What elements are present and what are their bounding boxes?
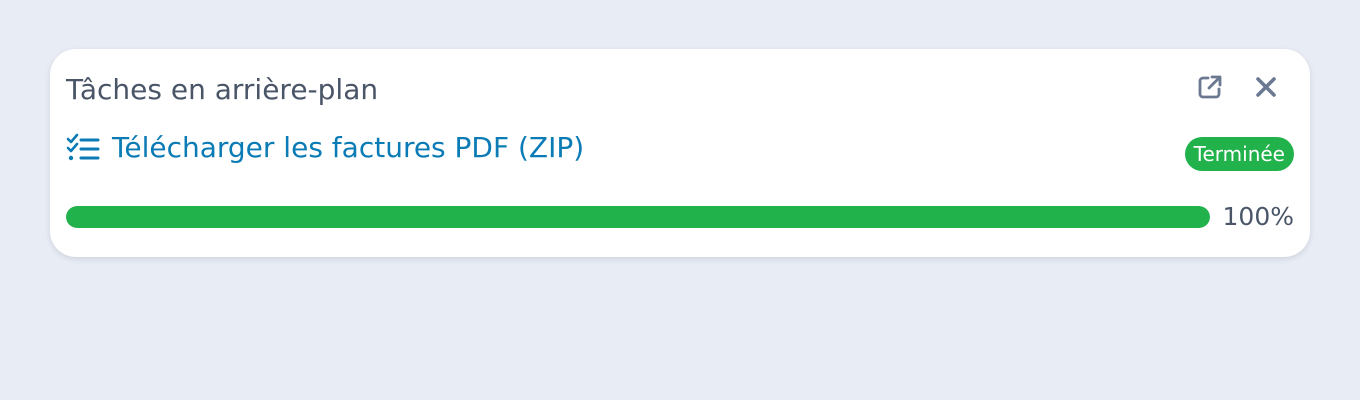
progress-fill [66,206,1210,228]
close-button[interactable] [1250,71,1282,103]
background-tasks-panel: Tâches en arrière-plan Télécharger les f… [50,49,1310,257]
progress-track [66,206,1210,228]
task-row: Télécharger les factures PDF (ZIP) Termi… [66,127,1294,171]
task-label: Télécharger les factures PDF (ZIP) [112,131,585,164]
close-icon [1256,77,1276,97]
panel-header-actions [1194,71,1282,103]
open-external-button[interactable] [1194,71,1226,103]
panel-title: Tâches en arrière-plan [66,73,379,106]
external-link-icon [1198,75,1222,99]
status-badge: Terminée [1184,137,1294,171]
progress-row: 100% [66,199,1294,235]
task-list-icon [66,133,102,163]
progress-label: 100% [1222,202,1294,231]
task-link[interactable]: Télécharger les factures PDF (ZIP) [66,127,584,169]
